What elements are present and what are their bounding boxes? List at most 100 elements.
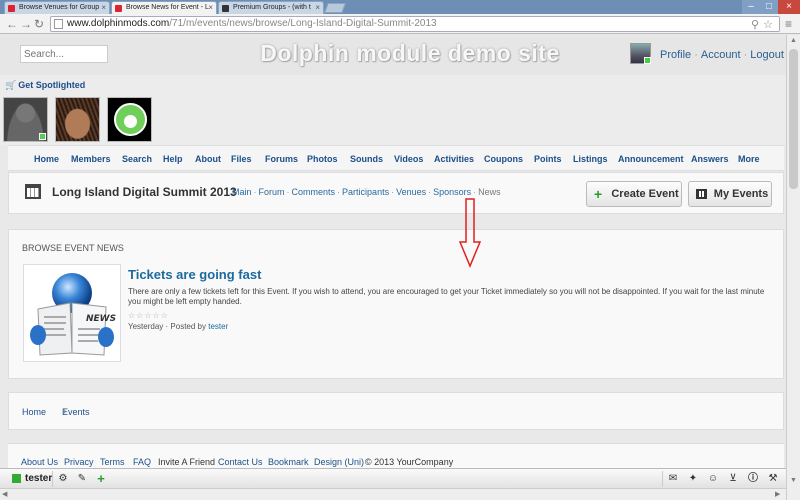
address-bar[interactable]: www.dolphinmods.com/71/m/events/news/bro… (50, 16, 780, 32)
site-header: Dolphin module demo site Profile·Account… (0, 35, 800, 75)
friends-icon[interactable]: ☺ (705, 471, 721, 486)
nav-points[interactable]: Points (534, 154, 562, 164)
spotlight-member-thumb[interactable] (55, 97, 100, 142)
nav-home[interactable]: Home (34, 154, 59, 164)
site-search-input[interactable] (20, 45, 108, 63)
news-author-link[interactable]: tester (208, 322, 228, 331)
user-avatar[interactable] (630, 43, 651, 64)
address-path: /71/m/events/news/browse/Long-Island-Dig… (169, 18, 437, 29)
site-footer: About Us Privacy Terms FAQ Invite A Frie… (8, 443, 784, 470)
footer-privacy[interactable]: Privacy (64, 457, 94, 467)
event-tab-main[interactable]: Main (232, 187, 252, 197)
browser-tab-news[interactable]: Browse News for Event - L × (111, 1, 217, 14)
my-events-label: My Events (713, 188, 769, 200)
tab-title: Premium Groups - (with t (233, 4, 311, 11)
nav-search[interactable]: Search (122, 154, 152, 164)
twitter-icon[interactable]: ✦ (685, 471, 701, 486)
search-icon[interactable]: ⚲ (751, 18, 759, 32)
breadcrumb-events-label: Events (62, 407, 90, 417)
spotlight-member-thumb[interactable] (107, 97, 152, 142)
event-tab-participants[interactable]: Participants (342, 187, 389, 197)
scroll-right-icon[interactable]: ▶ (775, 490, 780, 498)
news-item-meta: Yesterday · Posted by tester (128, 322, 229, 331)
event-tab-sponsors[interactable]: Sponsors (433, 187, 471, 197)
scroll-up-icon[interactable]: ▲ (790, 37, 797, 44)
spotlight-member-thumb[interactable] (3, 97, 48, 142)
cart-icon[interactable]: ⊻ (725, 471, 741, 486)
browser-tab-venues[interactable]: Browse Venues for Group × (4, 1, 110, 14)
box-caption: Browse Event News (22, 243, 124, 253)
edit-icon[interactable]: ✎ (74, 471, 90, 486)
footer-bookmark[interactable]: Bookmark (268, 457, 309, 467)
scroll-left-icon[interactable]: ◀ (2, 490, 7, 498)
toolbar-username: tester (25, 473, 53, 484)
nav-forums[interactable]: Forums (265, 154, 298, 164)
logout-link[interactable]: Logout (750, 49, 784, 61)
close-tab-icon[interactable]: × (101, 2, 106, 14)
forward-arrow-icon[interactable]: → (20, 17, 32, 31)
maximize-icon[interactable]: □ (760, 0, 778, 14)
nav-announcement[interactable]: Announcement (618, 154, 684, 164)
scroll-down-icon[interactable]: ▼ (790, 477, 797, 484)
footer-design[interactable]: Design (Uni) (314, 457, 364, 467)
spotlight-label: Get Spotlighted (18, 80, 86, 90)
profile-link[interactable]: Profile (660, 49, 691, 61)
account-links: Profile · Account · Logout (660, 49, 784, 61)
cart-icon: 🛒 (5, 80, 17, 90)
nav-listings[interactable]: Listings (573, 154, 608, 164)
wrench-icon[interactable]: ⚒ (765, 471, 781, 486)
nav-answers[interactable]: Answers (691, 154, 729, 164)
nav-sounds[interactable]: Sounds (350, 154, 383, 164)
close-tab-icon[interactable]: × (315, 2, 320, 14)
nav-files[interactable]: Files (231, 154, 252, 164)
nav-photos[interactable]: Photos (307, 154, 338, 164)
info-icon[interactable]: ⓘ (745, 471, 761, 486)
browser-tab-premium-groups[interactable]: Premium Groups - (with t × (218, 1, 324, 14)
footer-about-us[interactable]: About Us (21, 457, 58, 467)
event-tab-forum[interactable]: Forum (259, 187, 285, 197)
footer-faq[interactable]: FAQ (133, 457, 151, 467)
settings-gear-icon[interactable]: ⚙ (55, 471, 71, 486)
site-favicon-icon (115, 5, 122, 12)
scrollbar-thumb[interactable] (789, 49, 798, 189)
event-tab-news[interactable]: News (478, 187, 501, 197)
breadcrumb-events[interactable]: Events (62, 407, 90, 417)
news-item-title[interactable]: Tickets are going fast (128, 267, 261, 282)
create-event-button[interactable]: + Create Event (586, 181, 682, 207)
footer-contact-us[interactable]: Contact Us (218, 457, 263, 467)
rating-stars-icon[interactable]: ☆☆☆☆☆ (128, 311, 169, 320)
nav-coupons[interactable]: Coupons (484, 154, 523, 164)
nav-activities[interactable]: Activities (434, 154, 474, 164)
reload-icon[interactable]: ↻ (34, 17, 44, 31)
close-window-icon[interactable]: × (778, 0, 800, 14)
vertical-scrollbar[interactable]: ▲ ▼ (786, 35, 800, 500)
browser-tab-strip: Browse Venues for Group × Browse News fo… (0, 0, 800, 14)
minimize-icon[interactable]: – (742, 0, 760, 14)
nav-videos[interactable]: Videos (394, 154, 423, 164)
event-tab-venues[interactable]: Venues (396, 187, 426, 197)
toolbar-user[interactable]: tester (12, 473, 52, 484)
horizontal-scrollbar[interactable]: ◀ ▶ (0, 488, 786, 500)
star-icon[interactable]: ☆ (763, 18, 773, 32)
nav-about[interactable]: About (195, 154, 221, 164)
close-tab-icon[interactable]: × (208, 2, 213, 14)
my-events-button[interactable]: My Events (688, 181, 772, 207)
news-thumbnail[interactable]: NEWS (23, 264, 121, 362)
back-arrow-icon[interactable]: ← (6, 17, 18, 31)
nav-more[interactable]: More (738, 154, 760, 164)
news-thumb-text: NEWS (86, 314, 116, 324)
event-tab-comments[interactable]: Comments (292, 187, 336, 197)
add-icon[interactable]: + (93, 471, 109, 486)
footer-invite-friend[interactable]: Invite A Friend (158, 457, 215, 467)
nav-members[interactable]: Members (71, 154, 111, 164)
mail-icon[interactable]: ✉ (665, 471, 681, 486)
account-link[interactable]: Account (701, 49, 741, 61)
annotation-arrow-icon (459, 198, 481, 268)
menu-icon[interactable]: ≡ (785, 17, 792, 31)
new-tab-button[interactable] (324, 3, 346, 13)
footer-terms[interactable]: Terms (100, 457, 125, 467)
get-spotlighted-link[interactable]: 🛒 Get Spotlighted (5, 80, 85, 91)
nav-help[interactable]: Help (163, 154, 183, 164)
tab-title: Browse Venues for Group (19, 4, 100, 11)
breadcrumb-home[interactable]: Home (22, 407, 46, 417)
